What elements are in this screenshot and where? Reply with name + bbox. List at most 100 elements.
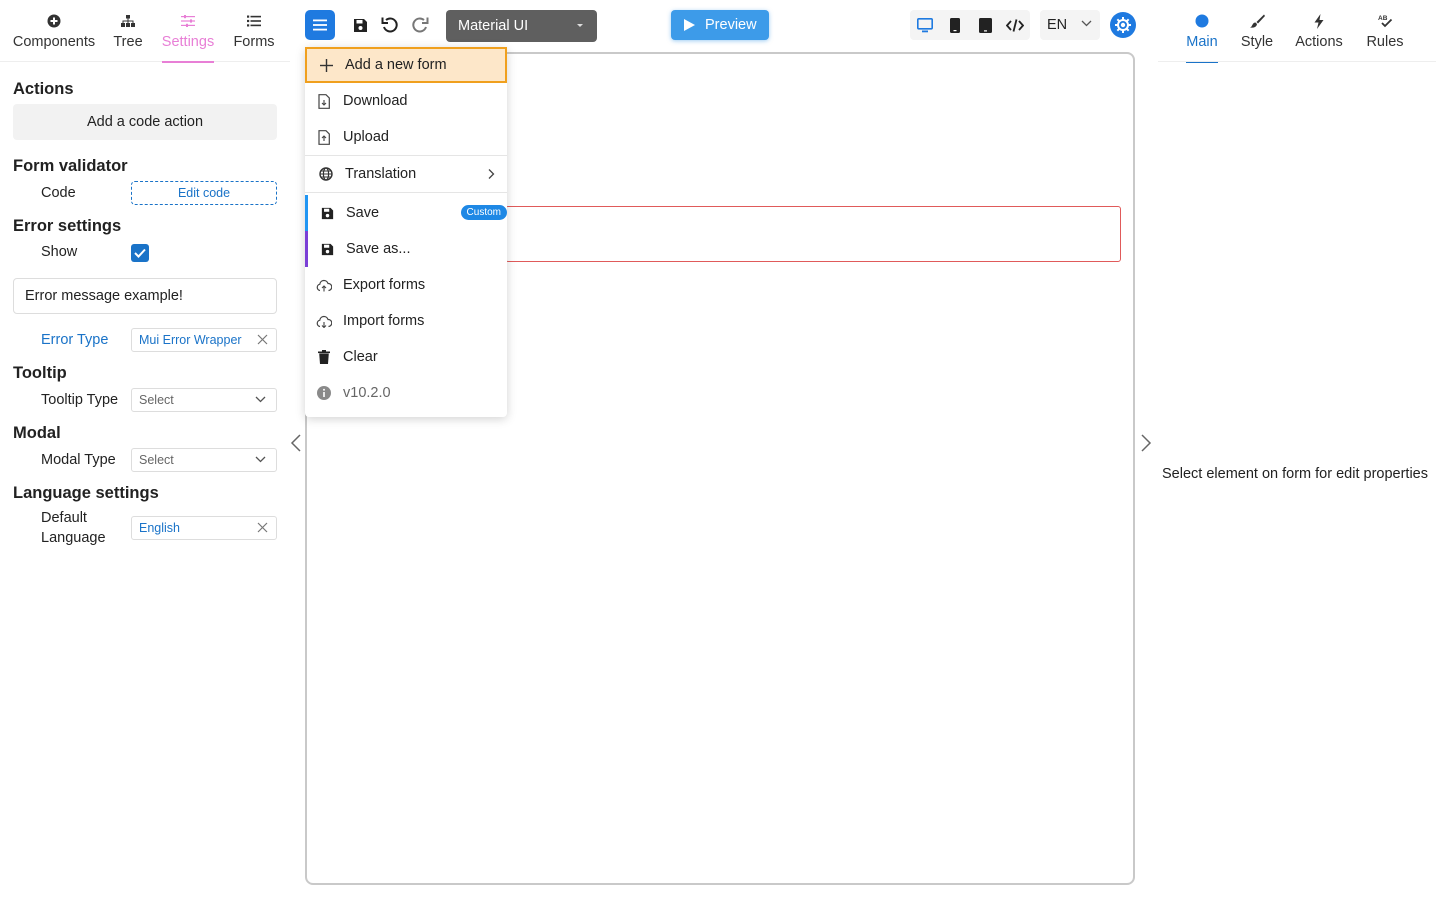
device-switcher: [910, 10, 1030, 40]
view-code-button[interactable]: [1000, 10, 1030, 40]
tab-settings[interactable]: Settings: [161, 0, 215, 63]
modal-type-label: Modal Type: [41, 452, 116, 468]
error-message-input[interactable]: Error message example!: [13, 278, 277, 314]
tab-forms[interactable]: Forms: [232, 0, 276, 62]
gear-icon: [1115, 17, 1131, 33]
check-icon: [134, 248, 146, 258]
chevron-down-icon: [255, 396, 266, 403]
menu-item-export-forms[interactable]: Export forms: [305, 267, 507, 303]
undo-icon: [381, 17, 398, 33]
hamburger-icon: [313, 19, 327, 31]
modal-type-placeholder: Select: [139, 453, 174, 467]
svg-text:AB: AB: [1378, 15, 1388, 22]
tab-label: Style: [1240, 34, 1274, 50]
clear-icon[interactable]: [257, 522, 268, 533]
tab-actions[interactable]: Actions: [1295, 0, 1343, 62]
default-language-label-line1: Default: [41, 510, 87, 526]
edit-code-button[interactable]: Edit code: [131, 181, 277, 205]
device-desktop-button[interactable]: [910, 10, 940, 40]
menu-item-clear[interactable]: Clear: [305, 339, 507, 375]
plus-circle-icon: [47, 11, 61, 31]
code-label: Code: [41, 185, 76, 201]
menu-item-label: Translation: [345, 166, 417, 182]
tooltip-type-placeholder: Select: [139, 393, 174, 407]
preview-button[interactable]: Preview: [671, 10, 769, 40]
add-code-action-button[interactable]: Add a code action: [13, 104, 277, 140]
bolt-icon: [1314, 11, 1324, 31]
main-menu-button[interactable]: [305, 10, 335, 40]
chevron-down-icon: [255, 456, 266, 463]
menu-item-label: Download: [343, 93, 408, 109]
left-panel: Components Tree Settings Forms Actions A…: [0, 0, 290, 900]
menu-item-label: Export forms: [343, 277, 426, 293]
download-file-icon: [316, 93, 332, 109]
tab-rules[interactable]: AB Rules: [1366, 0, 1404, 62]
tab-components[interactable]: Components: [8, 0, 100, 62]
menu-item-import-forms[interactable]: Import forms: [305, 303, 507, 339]
theme-value: Material UI: [458, 18, 529, 34]
show-label: Show: [41, 244, 78, 260]
undo-button[interactable]: [377, 12, 403, 38]
device-mobile-button[interactable]: [940, 10, 970, 40]
error-type-value: Mui Error Wrapper: [139, 333, 242, 347]
language-settings-title: Language settings: [13, 484, 159, 502]
clear-icon[interactable]: [257, 334, 268, 345]
left-tab-bar: Components Tree Settings Forms: [0, 0, 290, 63]
collapse-left-panel-icon[interactable]: [289, 433, 303, 453]
modal-title: Modal: [13, 424, 61, 442]
tab-label: Forms: [233, 34, 275, 50]
brush-icon: [1249, 11, 1265, 31]
tab-label: Tree: [113, 34, 143, 50]
menu-item-label: Upload: [343, 129, 389, 145]
list-icon: [247, 11, 261, 31]
settings-gear-button[interactable]: [1110, 12, 1136, 38]
code-icon: [1006, 18, 1024, 32]
redo-icon: [412, 17, 429, 33]
tooltip-type-label: Tooltip Type: [41, 392, 119, 408]
collapse-right-panel-icon[interactable]: [1139, 433, 1153, 453]
chevron-down-icon: [1081, 20, 1092, 27]
chevron-right-icon: [488, 169, 495, 179]
info-icon: [316, 385, 332, 401]
default-language-select[interactable]: English: [131, 516, 277, 540]
circle-icon: [1195, 11, 1209, 31]
menu-item-add-new-form[interactable]: Add a new form: [305, 47, 507, 83]
language-select[interactable]: EN: [1040, 10, 1100, 40]
tab-label: Settings: [161, 34, 215, 50]
menu-item-download[interactable]: Download: [305, 83, 507, 119]
tab-main[interactable]: Main: [1186, 0, 1218, 63]
tree-icon: [121, 11, 135, 31]
tab-label: Main: [1186, 34, 1218, 50]
tab-label: Components: [12, 34, 96, 50]
error-wrapper-placeholder[interactable]: [505, 206, 1121, 262]
menu-item-label: Import forms: [343, 313, 425, 329]
error-type-select[interactable]: Mui Error Wrapper: [131, 328, 277, 352]
tooltip-type-select[interactable]: Select: [131, 388, 277, 412]
spellcheck-icon: AB: [1377, 11, 1393, 31]
tab-tree[interactable]: Tree: [110, 0, 146, 62]
properties-hint: Select element on form for edit properti…: [1162, 466, 1428, 482]
floppy-icon: [353, 18, 367, 32]
redo-button[interactable]: [407, 12, 433, 38]
tab-label: Actions: [1295, 34, 1343, 50]
modal-type-select[interactable]: Select: [131, 448, 277, 472]
upload-file-icon: [316, 129, 332, 145]
theme-select[interactable]: Material UI: [446, 10, 597, 42]
trash-icon: [316, 349, 332, 365]
tablet-icon: [978, 17, 992, 33]
default-language-label-line2: Language: [41, 530, 106, 546]
play-icon: [684, 19, 695, 31]
tab-style[interactable]: Style: [1240, 0, 1274, 62]
menu-item-translation[interactable]: Translation: [305, 155, 507, 193]
device-tablet-button[interactable]: [970, 10, 1000, 40]
menu-item-save-as[interactable]: Save as...: [305, 231, 507, 267]
save-button[interactable]: [347, 12, 373, 38]
show-errors-checkbox[interactable]: [131, 244, 149, 262]
menu-item-upload[interactable]: Upload: [305, 119, 507, 155]
menu-item-save[interactable]: Save Custom: [305, 195, 507, 231]
globe-icon: [318, 166, 334, 182]
tab-label: Rules: [1366, 34, 1404, 50]
menu-item-version: v10.2.0: [305, 375, 507, 411]
right-tab-divider: [1158, 61, 1436, 62]
error-settings-title: Error settings: [13, 217, 122, 235]
